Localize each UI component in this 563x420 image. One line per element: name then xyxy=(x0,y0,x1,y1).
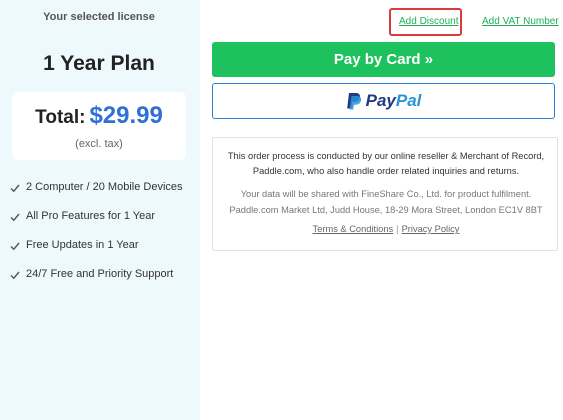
merchant-notice-line: Paddle.com, who also handle order relate… xyxy=(252,166,520,176)
terms-link[interactable]: Terms & Conditions xyxy=(313,224,394,234)
paypal-button[interactable]: PayPal xyxy=(212,83,555,119)
privacy-policy-link[interactable]: Privacy Policy xyxy=(402,224,460,234)
address-line: Paddle.com Market Ltd, Judd House, 18-29… xyxy=(229,205,543,215)
check-icon xyxy=(10,184,20,193)
merchant-info-box: This order process is conducted by our o… xyxy=(212,137,558,251)
tax-note: (excl. tax) xyxy=(75,138,123,150)
paypal-wordmark-pal: Pal xyxy=(395,91,422,110)
feature-label: 2 Computer / 20 Mobile Devices xyxy=(26,181,183,193)
merchant-notice-line: This order process is conducted by our o… xyxy=(227,151,545,161)
check-icon xyxy=(10,271,20,280)
data-sharing-line: Your data will be shared with FineShare … xyxy=(240,189,532,199)
paypal-wordmark-pay: Pay xyxy=(365,91,396,110)
paypal-logo-icon xyxy=(346,93,361,110)
feature-item: Free Updates in 1 Year xyxy=(9,239,199,268)
feature-label: All Pro Features for 1 Year xyxy=(26,210,156,222)
total-amount: $29.99 xyxy=(89,102,163,129)
data-sharing-notice: Your data will be shared with FineShare … xyxy=(219,186,553,218)
feature-list: 2 Computer / 20 Mobile Devices All Pro F… xyxy=(9,181,199,297)
feature-item: 2 Computer / 20 Mobile Devices xyxy=(9,181,199,210)
plan-name: 1 Year Plan xyxy=(43,52,155,75)
license-summary-panel: Your selected license 1 Year Plan Total:… xyxy=(0,0,200,420)
feature-label: 24/7 Free and Priority Support xyxy=(26,268,174,280)
merchant-notice: This order process is conducted by our o… xyxy=(219,149,553,179)
add-vat-number-link[interactable]: Add VAT Number xyxy=(482,16,559,27)
add-discount-link[interactable]: Add Discount xyxy=(399,16,458,27)
total-row: Total: $29.99 xyxy=(12,102,186,130)
paypal-wordmark: PayPal xyxy=(366,91,422,111)
pay-by-card-button[interactable]: Pay by Card » xyxy=(212,42,555,77)
link-separator: | xyxy=(396,224,399,234)
feature-item: All Pro Features for 1 Year xyxy=(9,210,199,239)
feature-item: 24/7 Free and Priority Support xyxy=(9,268,199,297)
check-icon xyxy=(10,242,20,251)
check-icon xyxy=(10,213,20,222)
feature-label: Free Updates in 1 Year xyxy=(26,239,139,251)
legal-links: Terms & Conditions | Privacy Policy xyxy=(219,224,553,234)
total-label: Total: xyxy=(35,107,86,128)
license-heading: Your selected license xyxy=(43,11,155,23)
total-card: Total: $29.99 (excl. tax) xyxy=(12,92,186,160)
